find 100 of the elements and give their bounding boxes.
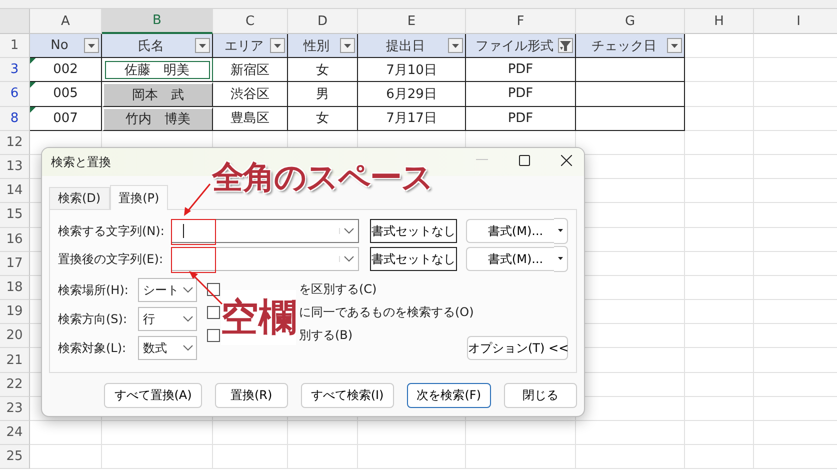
filter-button[interactable] [270, 38, 285, 53]
row-header[interactable]: 15 [0, 203, 30, 228]
row-header[interactable]: 22 [0, 372, 30, 397]
row-header[interactable]: 3 [0, 58, 30, 82]
close-icon[interactable] [561, 154, 572, 166]
table-header-cell-text: エリア [224, 38, 264, 55]
row-header[interactable]: 18 [0, 276, 30, 300]
column-header[interactable]: D [288, 9, 358, 34]
dropdown[interactable]: シート [138, 278, 197, 302]
maximize-icon[interactable] [519, 154, 530, 166]
column-header[interactable]: B [102, 9, 213, 34]
arrow [189, 271, 223, 305]
dialog-button[interactable]: すべて置換(A) [104, 383, 202, 408]
table-cell[interactable]: 岡本 武 [102, 82, 213, 107]
filter-button[interactable] [448, 38, 463, 53]
column-header[interactable]: H [685, 9, 754, 34]
dropdown[interactable]: 数式 [138, 336, 197, 360]
row-header[interactable]: 23 [0, 396, 30, 421]
filter-button[interactable] [340, 38, 355, 53]
column-header[interactable]: A [30, 9, 102, 34]
options-button[interactable]: オプション(T) << [467, 336, 568, 360]
table-cell [685, 130, 754, 155]
row-header[interactable]: 8 [0, 106, 30, 131]
table-cell [685, 228, 754, 252]
checkbox[interactable] [207, 328, 220, 342]
format-button[interactable]: 書式(M)... [466, 247, 554, 271]
chevron-down-icon[interactable] [183, 287, 193, 293]
table-cell[interactable]: 男 [288, 82, 358, 107]
chevron-down-icon[interactable] [183, 345, 193, 351]
table-cell[interactable]: 豊島区 [213, 106, 288, 131]
annotation-text: 全角のスペース [212, 157, 433, 198]
table-cell[interactable]: PDF [466, 58, 576, 82]
row-header[interactable]: 14 [0, 179, 30, 204]
row-header[interactable]: 20 [0, 324, 30, 348]
tab[interactable]: 置換(P) [110, 185, 168, 210]
checkbox[interactable] [207, 282, 220, 296]
combo-field[interactable] [171, 247, 359, 271]
table-cell[interactable]: 女 [288, 58, 358, 82]
filter-button[interactable] [558, 38, 573, 53]
row-header[interactable]: 24 [0, 421, 30, 446]
table-cell [685, 445, 754, 470]
chevron-down-icon[interactable] [183, 316, 193, 322]
checkbox-label[interactable]: を区別する(C) [299, 280, 377, 298]
table-header-cell-text: 提出日 [386, 38, 425, 55]
combo-field[interactable] [171, 219, 359, 243]
format-preview-button[interactable]: 書式セットなし [370, 219, 457, 243]
row-header[interactable]: 17 [0, 252, 30, 276]
table-cell[interactable]: 7月10日 [358, 58, 466, 82]
row-header[interactable]: 12 [0, 130, 30, 155]
row-header[interactable]: 13 [0, 154, 30, 180]
format-preview-button[interactable]: 書式セットなし [370, 247, 457, 271]
column-header[interactable]: F [466, 9, 576, 34]
row-header[interactable]: 6 [0, 82, 30, 107]
dropdown-arrow-icon [274, 44, 281, 48]
dropdown-arrow-icon [344, 44, 351, 48]
table-cell [685, 372, 754, 397]
checkbox[interactable] [207, 306, 220, 318]
table-cell[interactable]: 7月17日 [358, 106, 466, 131]
column-header[interactable]: C [213, 9, 288, 34]
dropdown-arrow-icon [452, 44, 459, 48]
dropdown[interactable]: 行 [138, 307, 197, 331]
table-cell[interactable]: 005 [30, 82, 102, 107]
column-header[interactable]: I [754, 9, 837, 34]
table-cell[interactable] [576, 58, 685, 82]
format-button[interactable]: 書式(M)... [466, 219, 554, 243]
filter-button[interactable] [667, 38, 682, 53]
table-cell[interactable]: 新宿区 [213, 58, 288, 82]
table-cell[interactable] [576, 82, 685, 107]
table-cell[interactable]: 007 [30, 106, 102, 131]
table-cell[interactable] [576, 106, 685, 131]
filter-button[interactable] [195, 38, 210, 53]
tab[interactable]: 検索(D) [49, 187, 110, 209]
dialog-button[interactable]: 次を検索(F) [406, 383, 491, 408]
table-cell [30, 445, 102, 470]
checkbox-label[interactable]: 別する(B) [299, 326, 353, 344]
dialog-button[interactable]: 閉じる [504, 383, 577, 408]
table-cell [685, 154, 754, 180]
table-cell[interactable]: 6月29日 [358, 82, 466, 107]
column-header[interactable]: E [358, 9, 466, 34]
table-cell[interactable]: 渋谷区 [213, 82, 288, 107]
table-cell[interactable]: 002 [30, 58, 102, 82]
dialog-button[interactable]: すべて検索(I) [300, 383, 394, 408]
row-header[interactable]: 16 [0, 228, 30, 252]
row-header[interactable]: 21 [0, 348, 30, 373]
row-header[interactable]: 25 [0, 445, 30, 470]
filter-button[interactable] [84, 38, 99, 53]
table-cell [685, 324, 754, 348]
field-label: 検索する文字列(N): [58, 222, 166, 240]
table-cell[interactable]: 竹内 博美 [102, 106, 213, 131]
table-cell[interactable]: 佐藤 明美 [102, 58, 213, 82]
table-header-cell-text: 氏名 [138, 38, 164, 55]
dropdown-arrow-icon [671, 44, 678, 48]
checkbox-label[interactable]: に同一であるものを検索する(O) [299, 304, 474, 320]
table-cell[interactable]: PDF [466, 106, 576, 131]
table-cell[interactable]: PDF [466, 82, 576, 107]
row-header[interactable]: 1 [0, 34, 30, 58]
row-header[interactable]: 19 [0, 300, 30, 324]
table-cell[interactable]: 女 [288, 106, 358, 131]
dialog-button[interactable]: 置換(R) [214, 383, 288, 408]
column-header[interactable]: G [576, 9, 685, 34]
